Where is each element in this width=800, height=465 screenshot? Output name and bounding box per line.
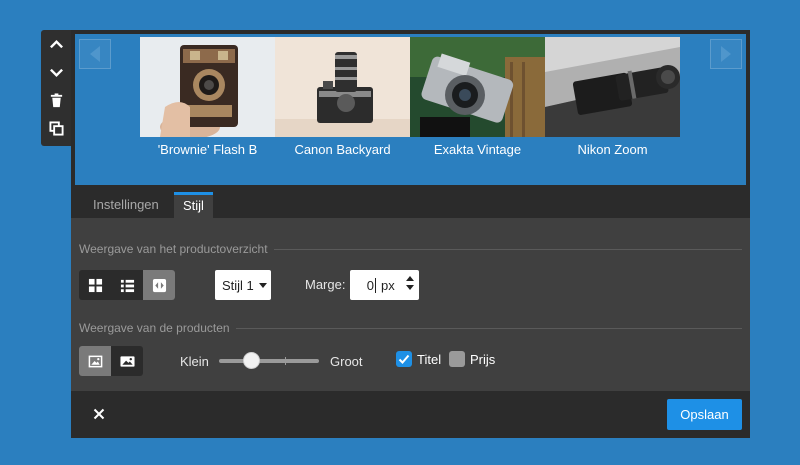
product-image bbox=[410, 37, 545, 137]
margin-unit: px bbox=[381, 277, 395, 293]
checkbox-checked[interactable] bbox=[396, 351, 412, 367]
duplicate-icon bbox=[48, 120, 64, 136]
price-checkbox[interactable]: Prijs bbox=[449, 351, 495, 367]
margin-stepper[interactable] bbox=[406, 276, 414, 290]
layout-button-group bbox=[79, 270, 175, 300]
list-layout-button[interactable] bbox=[111, 270, 143, 300]
size-large-label: Groot bbox=[330, 354, 363, 369]
tab-stijl[interactable]: Stijl bbox=[174, 192, 213, 218]
spin-down-icon[interactable] bbox=[406, 285, 414, 290]
slider-tick bbox=[285, 357, 286, 365]
product-card[interactable]: 'Brownie' Flash B bbox=[140, 37, 275, 157]
style-select-value: Stijl 1 bbox=[222, 277, 254, 293]
products-section-heading: Weergave van de producten bbox=[79, 321, 742, 335]
overview-section-label: Weergave van het productoverzicht bbox=[79, 242, 268, 256]
arrow-right-icon bbox=[721, 46, 731, 62]
close-button[interactable] bbox=[91, 406, 107, 422]
close-icon bbox=[93, 408, 105, 420]
image-wide-icon bbox=[119, 355, 135, 367]
save-button[interactable]: Opslaan bbox=[667, 399, 742, 430]
product-title: Exakta Vintage bbox=[433, 142, 522, 157]
title-checkbox[interactable]: Titel bbox=[396, 351, 441, 367]
section-divider bbox=[273, 248, 742, 250]
move-up-button[interactable] bbox=[41, 30, 71, 58]
checkmark-icon bbox=[398, 354, 410, 364]
image-small-button[interactable] bbox=[79, 346, 111, 376]
editor-footer: Opslaan bbox=[71, 391, 750, 438]
checkbox-unchecked[interactable] bbox=[449, 351, 465, 367]
product-card[interactable]: Exakta Vintage bbox=[410, 37, 545, 157]
size-small-label: Klein bbox=[180, 354, 209, 369]
products-section-label: Weergave van de producten bbox=[79, 321, 230, 335]
side-toolbar bbox=[41, 30, 71, 146]
tab-instellingen[interactable]: Instellingen bbox=[84, 192, 168, 218]
slider-layout-button[interactable] bbox=[143, 270, 175, 300]
trash-icon bbox=[50, 92, 62, 107]
carousel-prev-button[interactable] bbox=[79, 39, 111, 69]
margin-input[interactable]: 0 px bbox=[350, 270, 419, 300]
product-title: Canon Backyard bbox=[294, 142, 391, 157]
margin-label: Marge: bbox=[305, 277, 346, 292]
arrow-left-icon bbox=[90, 46, 100, 62]
product-card[interactable]: Nikon Zoom bbox=[545, 37, 680, 157]
image-mode-button-group bbox=[79, 346, 143, 376]
product-carousel: 'Brownie' Flash B Canon Backyard Exakta … bbox=[75, 34, 746, 185]
settings-tabs: Instellingen Stijl bbox=[71, 186, 750, 218]
margin-value: 0 bbox=[350, 277, 376, 293]
product-image bbox=[275, 37, 410, 137]
carousel-icon bbox=[152, 278, 166, 292]
caret-down-icon bbox=[258, 282, 267, 288]
image-icon bbox=[88, 355, 102, 367]
product-image bbox=[140, 37, 275, 137]
list-icon bbox=[120, 279, 134, 292]
carousel-next-button[interactable] bbox=[710, 39, 742, 69]
style-panel: Weergave van het productoverzicht Stijl … bbox=[71, 218, 750, 391]
product-card[interactable]: Canon Backyard bbox=[275, 37, 410, 157]
chevron-up-icon bbox=[49, 39, 63, 48]
style-select[interactable]: Stijl 1 bbox=[215, 270, 271, 300]
grid-icon bbox=[88, 278, 102, 292]
title-checkbox-label: Titel bbox=[417, 351, 442, 367]
price-checkbox-label: Prijs bbox=[470, 351, 496, 367]
section-divider bbox=[235, 327, 742, 329]
spin-up-icon[interactable] bbox=[406, 276, 414, 281]
size-slider[interactable] bbox=[219, 352, 319, 369]
delete-button[interactable] bbox=[41, 86, 71, 114]
product-title: 'Brownie' Flash B bbox=[157, 142, 258, 157]
duplicate-button[interactable] bbox=[41, 114, 71, 142]
move-down-button[interactable] bbox=[41, 58, 71, 86]
grid-layout-button[interactable] bbox=[79, 270, 111, 300]
chevron-down-icon bbox=[49, 68, 63, 77]
slider-handle[interactable] bbox=[243, 352, 260, 369]
image-large-button[interactable] bbox=[111, 346, 143, 376]
overview-section-heading: Weergave van het productoverzicht bbox=[79, 242, 742, 256]
product-image bbox=[545, 37, 680, 137]
product-title: Nikon Zoom bbox=[577, 142, 648, 157]
